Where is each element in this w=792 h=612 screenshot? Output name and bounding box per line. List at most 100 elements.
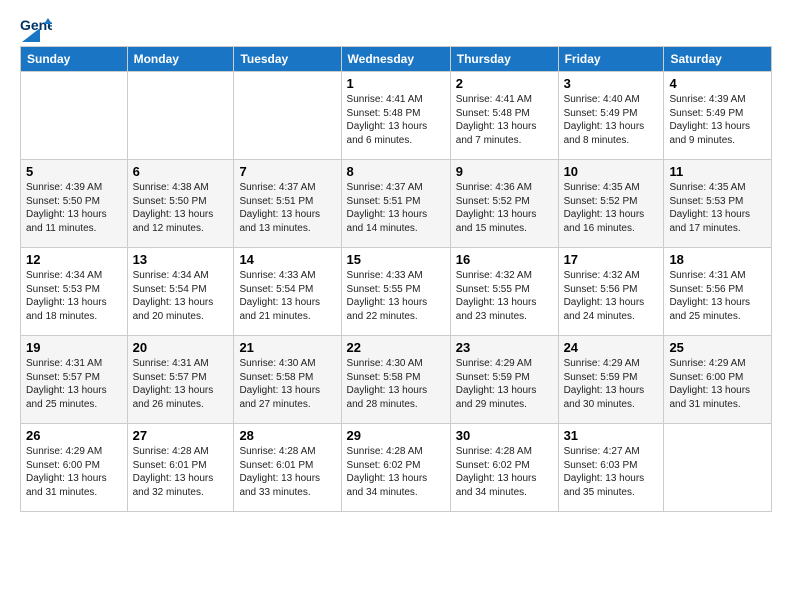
day-detail: Sunrise: 4:38 AM Sunset: 5:50 PM Dayligh… xyxy=(133,181,229,235)
weekday-header-wednesday: Wednesday xyxy=(341,47,450,72)
day-number: 8 xyxy=(347,164,445,179)
day-detail: Sunrise: 4:29 AM Sunset: 5:59 PM Dayligh… xyxy=(456,357,553,411)
day-number: 17 xyxy=(564,252,659,267)
day-number: 23 xyxy=(456,340,553,355)
day-number: 6 xyxy=(133,164,229,179)
calendar-cell: 17 Sunrise: 4:32 AM Sunset: 5:56 PM Dayli… xyxy=(558,248,664,336)
day-number: 4 xyxy=(669,76,766,91)
day-number: 27 xyxy=(133,428,229,443)
day-detail: Sunrise: 4:28 AM Sunset: 6:01 PM Dayligh… xyxy=(133,445,229,499)
day-number: 22 xyxy=(347,340,445,355)
day-detail: Sunrise: 4:33 AM Sunset: 5:55 PM Dayligh… xyxy=(347,269,445,323)
day-number: 18 xyxy=(669,252,766,267)
calendar-cell: 21 Sunrise: 4:30 AM Sunset: 5:58 PM Dayli… xyxy=(234,336,341,424)
day-detail: Sunrise: 4:35 AM Sunset: 5:52 PM Dayligh… xyxy=(564,181,659,235)
day-detail: Sunrise: 4:32 AM Sunset: 5:56 PM Dayligh… xyxy=(564,269,659,323)
day-number: 24 xyxy=(564,340,659,355)
day-number: 20 xyxy=(133,340,229,355)
day-number: 28 xyxy=(239,428,335,443)
weekday-header-sunday: Sunday xyxy=(21,47,128,72)
calendar-table: SundayMondayTuesdayWednesdayThursdayFrid… xyxy=(20,46,772,512)
day-number: 19 xyxy=(26,340,122,355)
calendar-cell xyxy=(234,72,341,160)
calendar-cell: 25 Sunrise: 4:29 AM Sunset: 6:00 PM Dayli… xyxy=(664,336,772,424)
day-detail: Sunrise: 4:29 AM Sunset: 6:00 PM Dayligh… xyxy=(26,445,122,499)
day-number: 29 xyxy=(347,428,445,443)
header: General xyxy=(20,16,772,36)
day-number: 11 xyxy=(669,164,766,179)
logo-bird-icon xyxy=(22,28,40,42)
day-detail: Sunrise: 4:31 AM Sunset: 5:56 PM Dayligh… xyxy=(669,269,766,323)
day-number: 5 xyxy=(26,164,122,179)
calendar-cell: 4 Sunrise: 4:39 AM Sunset: 5:49 PM Daylig… xyxy=(664,72,772,160)
calendar-cell: 12 Sunrise: 4:34 AM Sunset: 5:53 PM Dayli… xyxy=(21,248,128,336)
calendar-cell: 5 Sunrise: 4:39 AM Sunset: 5:50 PM Daylig… xyxy=(21,160,128,248)
calendar-cell: 28Sunrise: 4:28 AM Sunset: 6:01 PM Dayli… xyxy=(234,424,341,512)
day-number: 31 xyxy=(564,428,659,443)
day-number: 3 xyxy=(564,76,659,91)
day-detail: Sunrise: 4:36 AM Sunset: 5:52 PM Dayligh… xyxy=(456,181,553,235)
weekday-header-monday: Monday xyxy=(127,47,234,72)
day-detail: Sunrise: 4:28 AM Sunset: 6:02 PM Dayligh… xyxy=(456,445,553,499)
calendar-cell: 15 Sunrise: 4:33 AM Sunset: 5:55 PM Dayli… xyxy=(341,248,450,336)
day-detail: Sunrise: 4:41 AM Sunset: 5:48 PM Dayligh… xyxy=(456,93,553,147)
calendar-cell xyxy=(21,72,128,160)
calendar-cell: 26 Sunrise: 4:29 AM Sunset: 6:00 PM Dayli… xyxy=(21,424,128,512)
calendar-cell: 10Sunrise: 4:35 AM Sunset: 5:52 PM Dayli… xyxy=(558,160,664,248)
weekday-header-row: SundayMondayTuesdayWednesdayThursdayFrid… xyxy=(21,47,772,72)
day-detail: Sunrise: 4:39 AM Sunset: 5:50 PM Dayligh… xyxy=(26,181,122,235)
day-number: 1 xyxy=(347,76,445,91)
day-number: 16 xyxy=(456,252,553,267)
calendar-cell: 1 Sunrise: 4:41 AM Sunset: 5:48 PM Daylig… xyxy=(341,72,450,160)
day-number: 25 xyxy=(669,340,766,355)
day-detail: Sunrise: 4:31 AM Sunset: 5:57 PM Dayligh… xyxy=(133,357,229,411)
week-row-4: 19 Sunrise: 4:31 AM Sunset: 5:57 PM Dayli… xyxy=(21,336,772,424)
day-number: 26 xyxy=(26,428,122,443)
calendar-cell: 7 Sunrise: 4:37 AM Sunset: 5:51 PM Daylig… xyxy=(234,160,341,248)
weekday-header-tuesday: Tuesday xyxy=(234,47,341,72)
day-number: 14 xyxy=(239,252,335,267)
day-number: 30 xyxy=(456,428,553,443)
calendar-cell xyxy=(127,72,234,160)
day-number: 2 xyxy=(456,76,553,91)
weekday-header-thursday: Thursday xyxy=(450,47,558,72)
week-row-1: 1 Sunrise: 4:41 AM Sunset: 5:48 PM Daylig… xyxy=(21,72,772,160)
calendar-cell: 2 Sunrise: 4:41 AM Sunset: 5:48 PM Daylig… xyxy=(450,72,558,160)
calendar-cell: 13Sunrise: 4:34 AM Sunset: 5:54 PM Dayli… xyxy=(127,248,234,336)
week-row-2: 5 Sunrise: 4:39 AM Sunset: 5:50 PM Daylig… xyxy=(21,160,772,248)
calendar-cell: 24 Sunrise: 4:29 AM Sunset: 5:59 PM Dayli… xyxy=(558,336,664,424)
calendar-cell: 27 Sunrise: 4:28 AM Sunset: 6:01 PM Dayli… xyxy=(127,424,234,512)
day-detail: Sunrise: 4:30 AM Sunset: 5:58 PM Dayligh… xyxy=(347,357,445,411)
page: General SundayMondayTuesdayWednesdayThur… xyxy=(0,0,792,522)
day-detail: Sunrise: 4:29 AM Sunset: 6:00 PM Dayligh… xyxy=(669,357,766,411)
day-detail: Sunrise: 4:32 AM Sunset: 5:55 PM Dayligh… xyxy=(456,269,553,323)
calendar-cell: 16 Sunrise: 4:32 AM Sunset: 5:55 PM Dayli… xyxy=(450,248,558,336)
day-detail: Sunrise: 4:40 AM Sunset: 5:49 PM Dayligh… xyxy=(564,93,659,147)
day-number: 15 xyxy=(347,252,445,267)
calendar-cell: 8Sunrise: 4:37 AM Sunset: 5:51 PM Daylig… xyxy=(341,160,450,248)
day-detail: Sunrise: 4:28 AM Sunset: 6:02 PM Dayligh… xyxy=(347,445,445,499)
day-detail: Sunrise: 4:39 AM Sunset: 5:49 PM Dayligh… xyxy=(669,93,766,147)
day-number: 9 xyxy=(456,164,553,179)
day-number: 12 xyxy=(26,252,122,267)
day-detail: Sunrise: 4:41 AM Sunset: 5:48 PM Dayligh… xyxy=(347,93,445,147)
day-number: 7 xyxy=(239,164,335,179)
calendar-cell: 6 Sunrise: 4:38 AM Sunset: 5:50 PM Daylig… xyxy=(127,160,234,248)
day-number: 21 xyxy=(239,340,335,355)
day-detail: Sunrise: 4:30 AM Sunset: 5:58 PM Dayligh… xyxy=(239,357,335,411)
calendar-cell: 30 Sunrise: 4:28 AM Sunset: 6:02 PM Dayli… xyxy=(450,424,558,512)
day-detail: Sunrise: 4:29 AM Sunset: 5:59 PM Dayligh… xyxy=(564,357,659,411)
calendar-cell: 9 Sunrise: 4:36 AM Sunset: 5:52 PM Daylig… xyxy=(450,160,558,248)
day-number: 13 xyxy=(133,252,229,267)
day-detail: Sunrise: 4:35 AM Sunset: 5:53 PM Dayligh… xyxy=(669,181,766,235)
calendar-cell: 31Sunrise: 4:27 AM Sunset: 6:03 PM Dayli… xyxy=(558,424,664,512)
week-row-3: 12 Sunrise: 4:34 AM Sunset: 5:53 PM Dayli… xyxy=(21,248,772,336)
calendar-cell: 14Sunrise: 4:33 AM Sunset: 5:54 PM Dayli… xyxy=(234,248,341,336)
day-detail: Sunrise: 4:37 AM Sunset: 5:51 PM Dayligh… xyxy=(239,181,335,235)
weekday-header-friday: Friday xyxy=(558,47,664,72)
logo: General xyxy=(20,16,52,36)
calendar-cell: 3 Sunrise: 4:40 AM Sunset: 5:49 PM Daylig… xyxy=(558,72,664,160)
day-detail: Sunrise: 4:31 AM Sunset: 5:57 PM Dayligh… xyxy=(26,357,122,411)
day-detail: Sunrise: 4:34 AM Sunset: 5:53 PM Dayligh… xyxy=(26,269,122,323)
weekday-header-saturday: Saturday xyxy=(664,47,772,72)
